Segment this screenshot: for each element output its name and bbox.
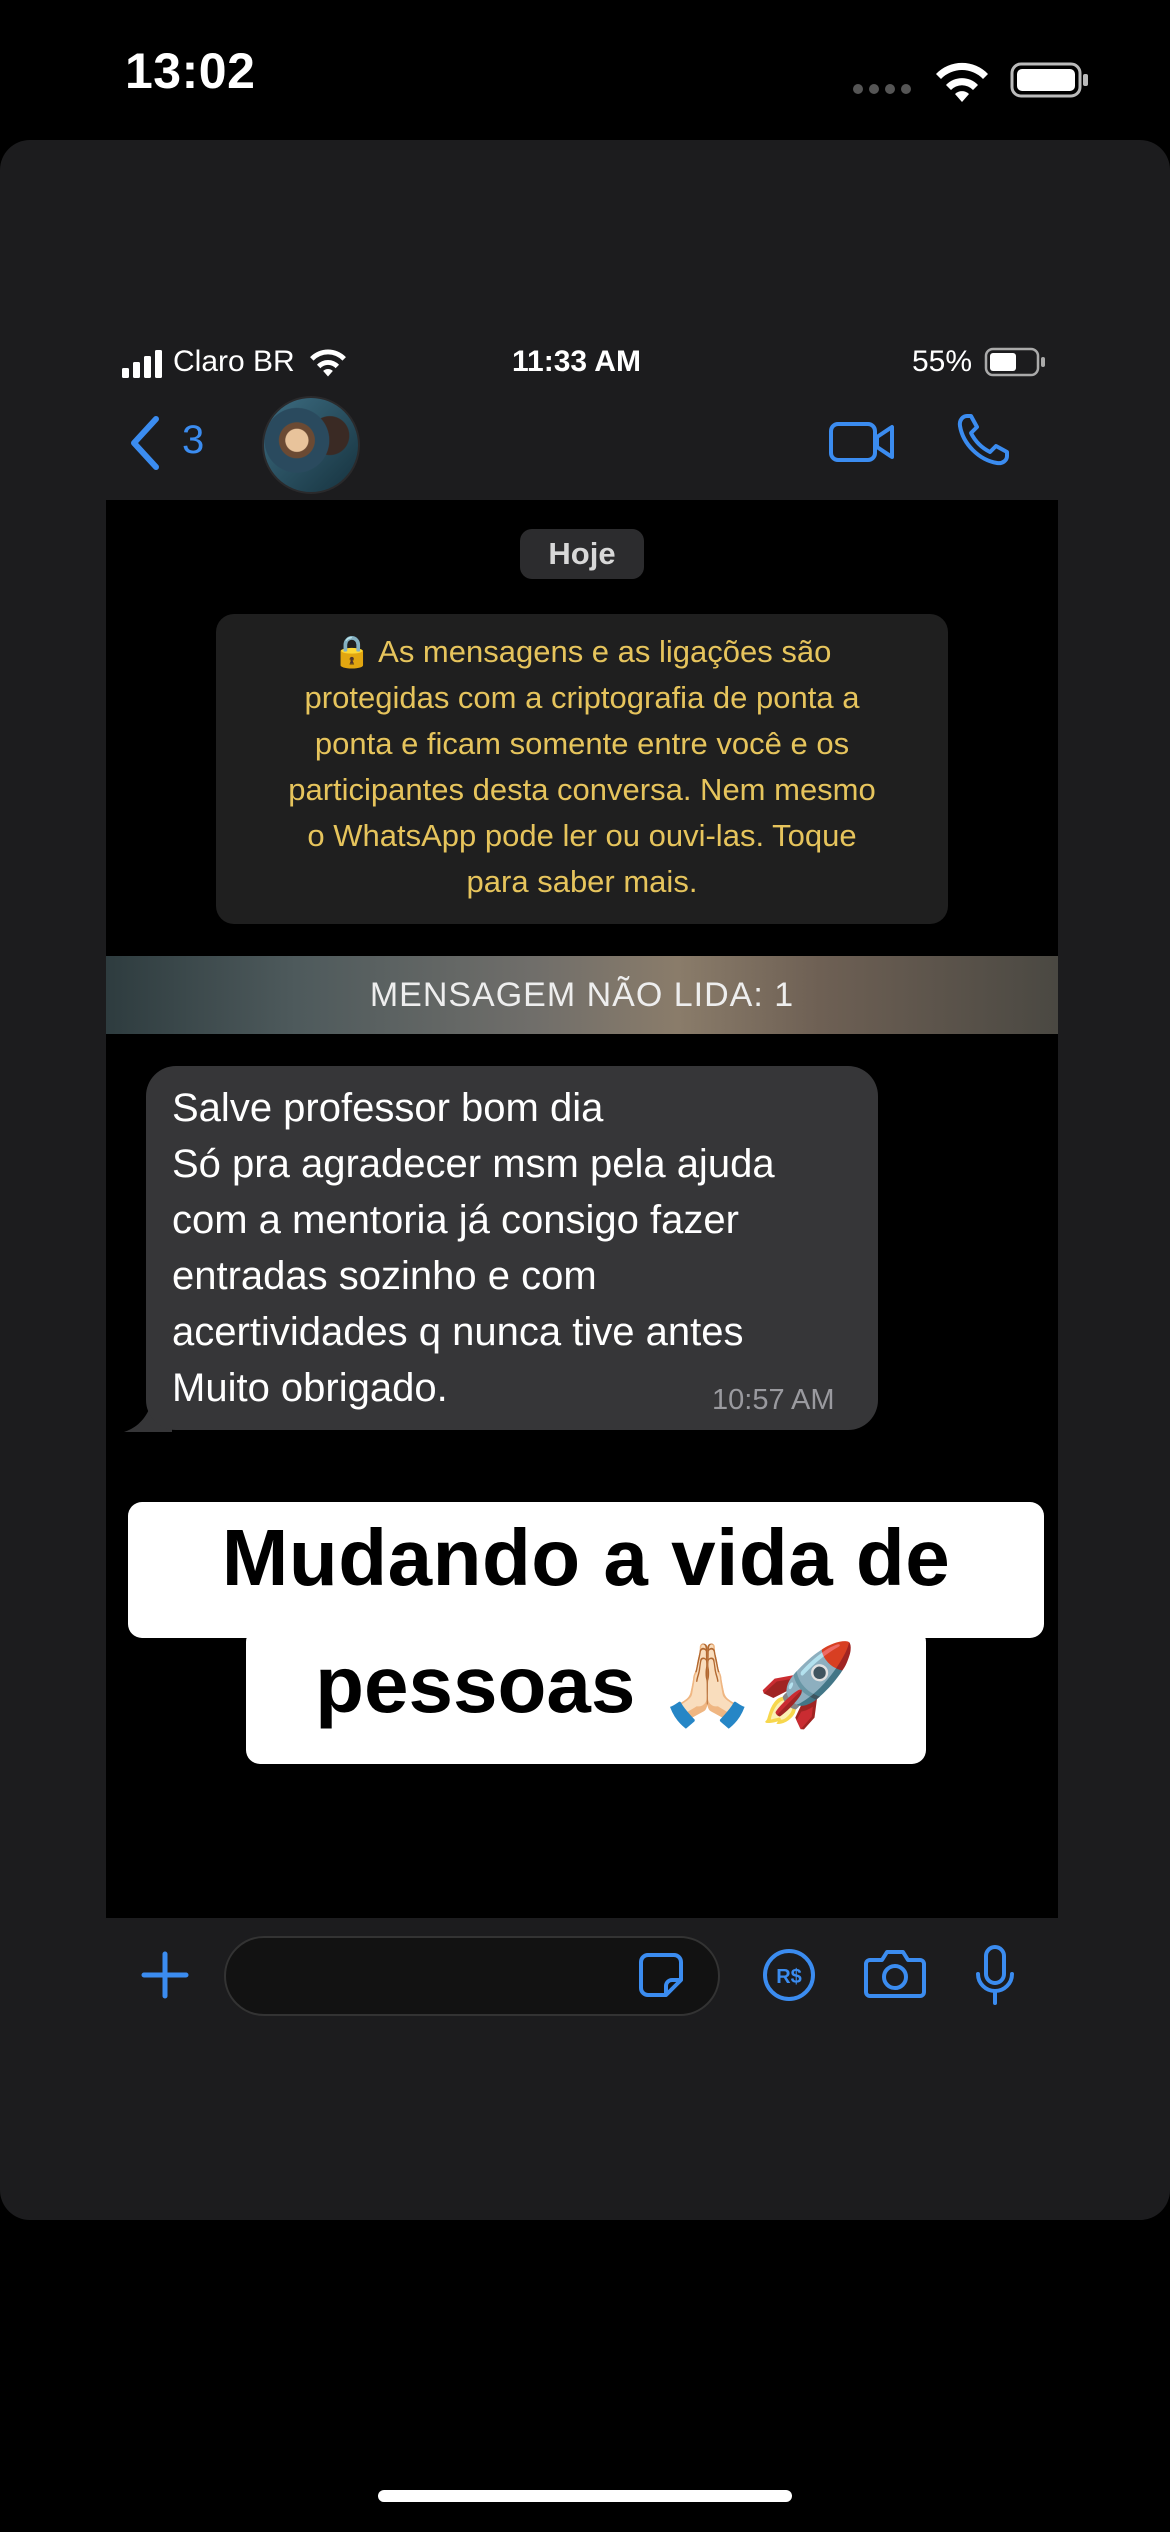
contact-avatar[interactable] bbox=[262, 396, 360, 494]
date-separator: Hoje bbox=[520, 529, 644, 579]
message-timestamp: 10:57 AM bbox=[712, 1384, 835, 1416]
outer-battery-icon bbox=[1010, 62, 1088, 98]
svg-text:R$: R$ bbox=[776, 1966, 802, 1988]
inner-status-time: 11:33 AM bbox=[512, 345, 641, 378]
caption-line1: Mudando a vida de bbox=[221, 1513, 951, 1602]
unread-chats-count[interactable]: 3 bbox=[182, 418, 204, 463]
cellular-dots-icon bbox=[853, 84, 915, 96]
plus-icon[interactable] bbox=[140, 1950, 190, 2000]
back-chevron-icon[interactable] bbox=[128, 415, 162, 471]
payment-icon[interactable]: R$ bbox=[762, 1948, 816, 2002]
encryption-notice-text: 🔒 As mensagens e as ligações são protegi… bbox=[288, 634, 876, 899]
video-call-icon[interactable] bbox=[828, 418, 896, 466]
message-text: Salve professor bom dia Só pra agradecer… bbox=[172, 1086, 775, 1410]
sticker-icon[interactable] bbox=[638, 1952, 684, 1998]
home-indicator[interactable] bbox=[378, 2490, 792, 2502]
inner-battery-icon bbox=[984, 347, 1045, 377]
battery-percentage: 55% bbox=[912, 345, 973, 378]
phone-icon[interactable] bbox=[955, 412, 1011, 468]
caption-line2: pessoas 🙏🏻🚀 bbox=[315, 1640, 857, 1729]
outer-status-time: 13:02 bbox=[125, 43, 256, 99]
outer-wifi-icon bbox=[936, 62, 988, 102]
inner-wifi-icon bbox=[310, 349, 346, 377]
camera-icon[interactable] bbox=[864, 1948, 926, 2000]
signal-bars-icon bbox=[122, 350, 162, 378]
microphone-icon[interactable] bbox=[975, 1944, 1015, 2006]
carrier-name: Claro BR bbox=[173, 345, 295, 378]
unread-messages-banner: MENSAGEM NÃO LIDA: 1 bbox=[106, 956, 1058, 1034]
